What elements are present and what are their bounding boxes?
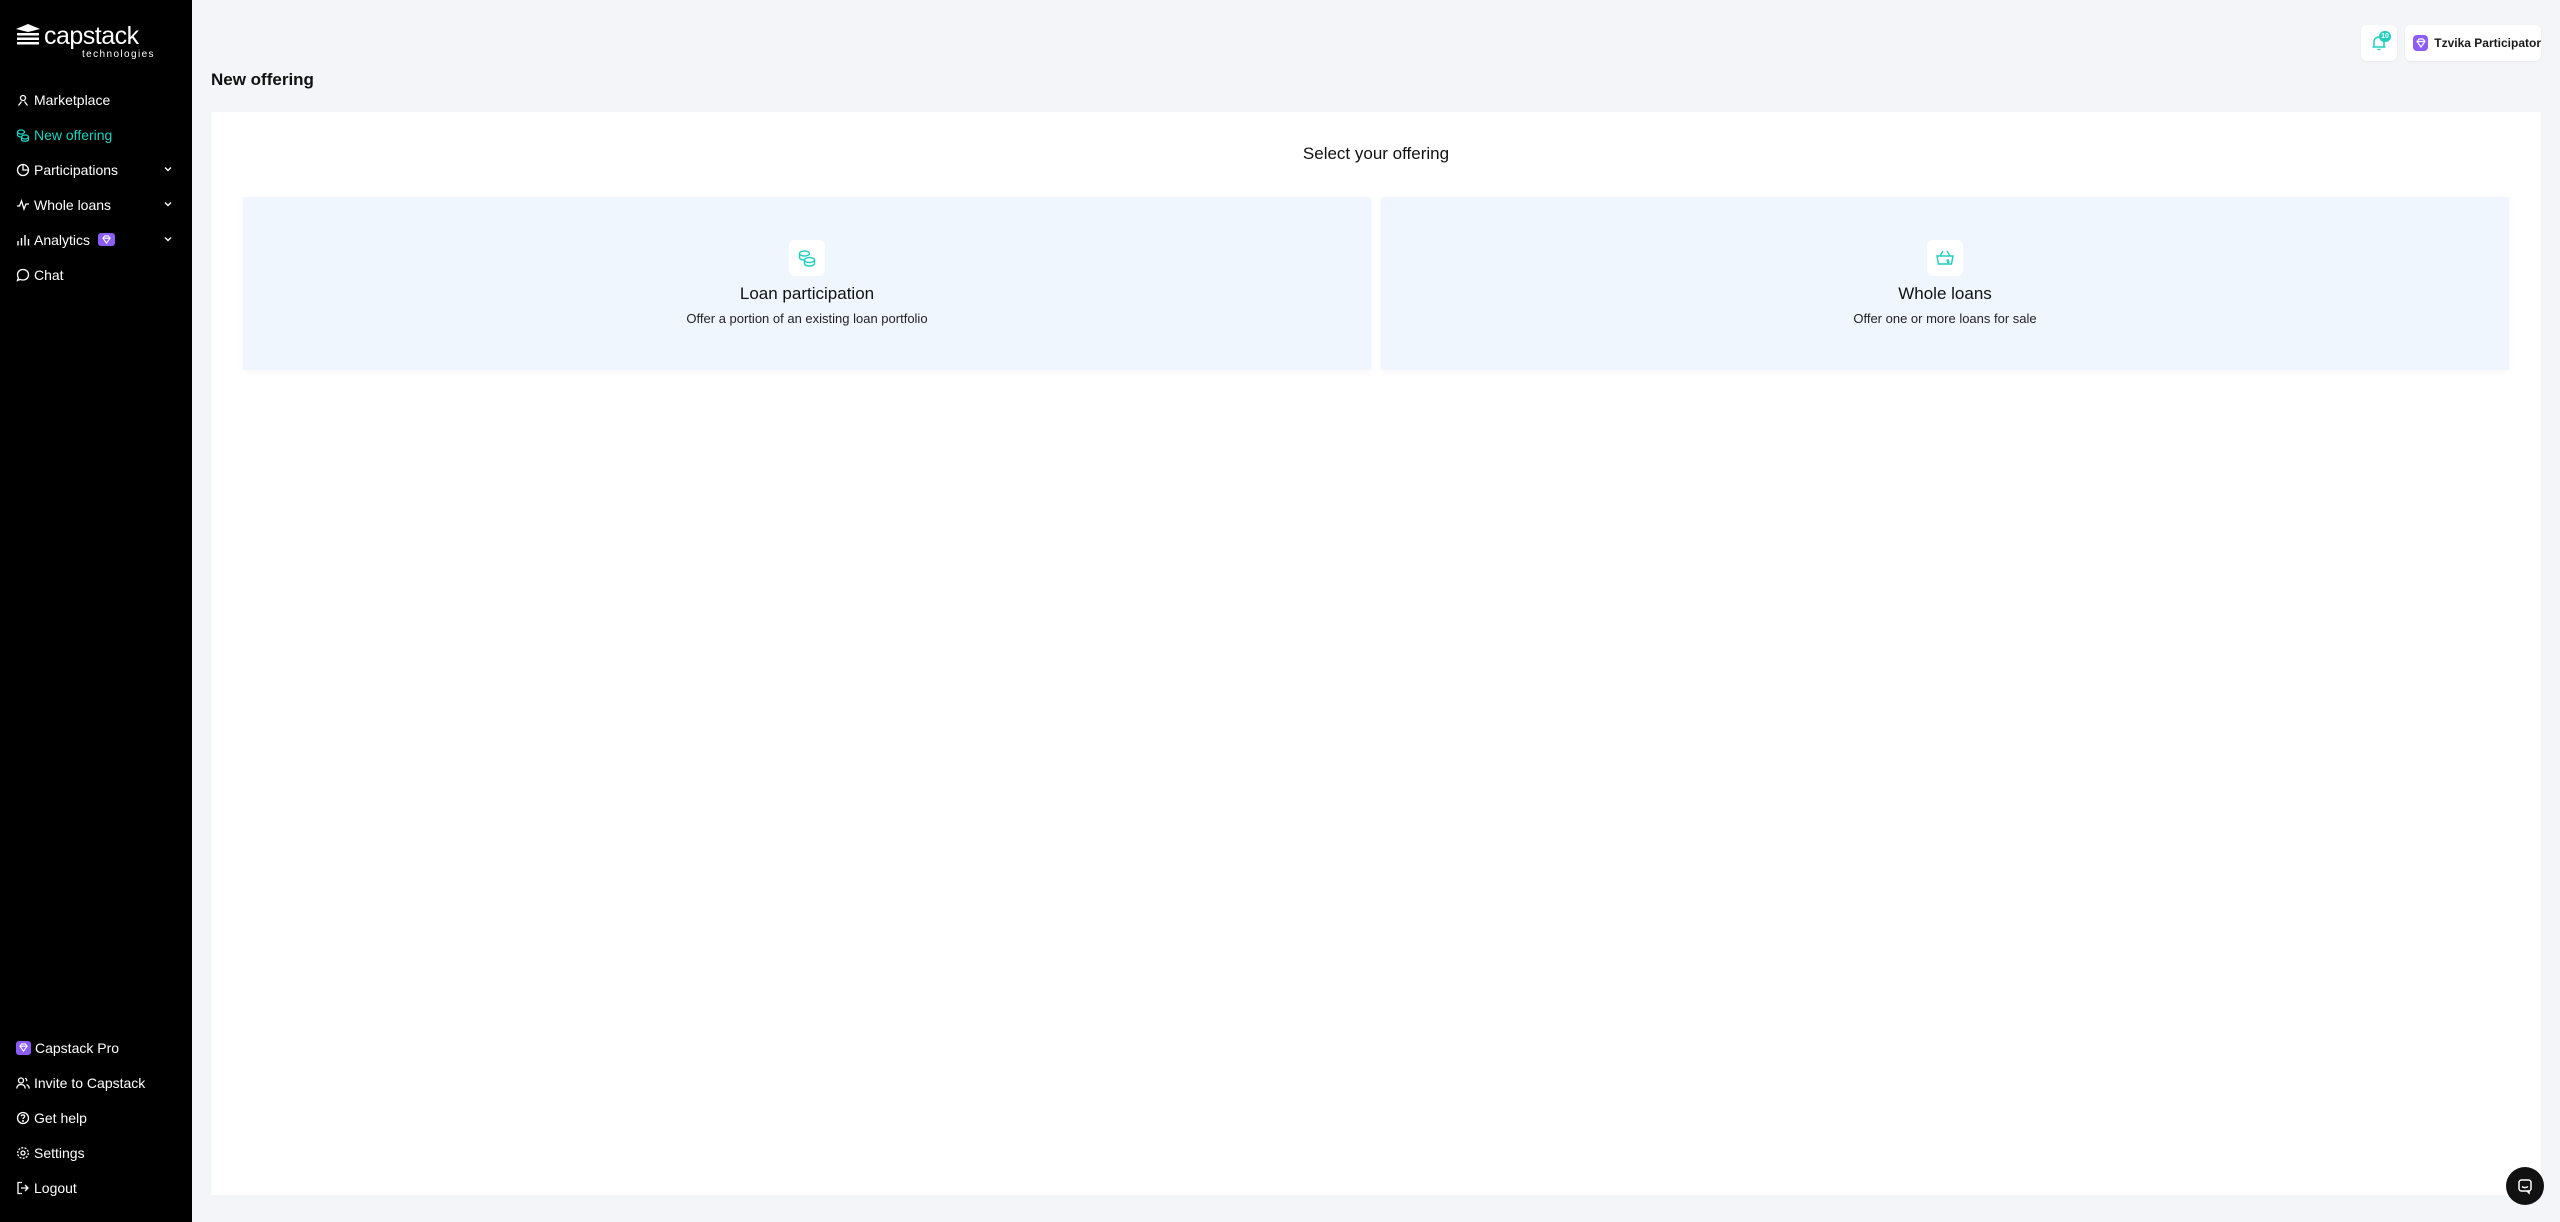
diamond-icon: [2415, 38, 2426, 48]
sidebar-item-label: Capstack Pro: [35, 1039, 120, 1056]
sidebar-item-label: Settings: [34, 1144, 85, 1161]
notification-count-badge: 10: [2379, 31, 2391, 42]
sidebar-item-label: Analytics: [34, 231, 91, 248]
sidebar-item-label: New offering: [34, 126, 113, 143]
notifications-button[interactable]: 10: [2361, 25, 2397, 61]
whole-loans-option[interactable]: Whole loans Offer one or more loans for …: [1381, 197, 2509, 370]
support-chat-button[interactable]: [2506, 1167, 2544, 1205]
logo-tagline: technologies: [82, 49, 155, 60]
sidebar-item-label: Invite to Capstack: [34, 1074, 146, 1091]
chevron-down-icon[interactable]: [162, 233, 174, 245]
section-title: Select your offering: [1302, 144, 1450, 163]
sidebar-bottom-nav: Capstack Pro Invite to Capstack Get help…: [0, 1030, 192, 1205]
main-card: Select your offering Loan participation …: [211, 112, 2541, 1195]
option-description: Offer a portion of an existing loan port…: [686, 311, 928, 326]
sidebar-nav: Marketplace New offering Participations …: [0, 82, 192, 292]
avatar: [2413, 35, 2429, 51]
sidebar-item-settings[interactable]: Settings: [0, 1135, 192, 1170]
activity-icon: [16, 198, 30, 212]
sidebar-item-label: Participations: [34, 161, 119, 178]
coins-icon: [789, 240, 825, 276]
sidebar-item-marketplace[interactable]: Marketplace: [0, 82, 192, 117]
sidebar: capstack technologies Marketplace New of…: [0, 0, 192, 1222]
sidebar-item-label: Whole loans: [34, 196, 112, 213]
sidebar-item-logout[interactable]: Logout: [0, 1170, 192, 1205]
page-title: New offering: [211, 70, 314, 89]
diamond-icon: [16, 1040, 31, 1055]
pro-badge: [98, 233, 116, 246]
capstack-logo[interactable]: capstack technologies: [16, 24, 155, 60]
sidebar-item-label: Chat: [34, 266, 64, 283]
basket-dollar-icon: [1927, 240, 1963, 276]
sidebar-item-participations[interactable]: Participations: [0, 152, 192, 187]
logo-wordmark: capstack: [44, 22, 139, 50]
sidebar-item-label: Get help: [34, 1109, 87, 1126]
sidebar-item-get-help[interactable]: Get help: [0, 1100, 192, 1135]
gear-icon: [16, 1146, 30, 1160]
chevron-down-icon[interactable]: [162, 198, 174, 210]
sidebar-item-whole-loans[interactable]: Whole loans: [0, 187, 192, 222]
sidebar-item-label: Marketplace: [34, 91, 111, 108]
sidebar-item-new-offering[interactable]: New offering: [0, 117, 192, 152]
bar-chart-icon: [16, 233, 30, 247]
option-title: Whole loans: [1898, 284, 1992, 303]
chevron-down-icon[interactable]: [162, 163, 174, 175]
chat-icon: [16, 268, 30, 282]
sidebar-item-chat[interactable]: Chat: [0, 257, 192, 292]
diamond-icon: [102, 235, 111, 244]
users-icon: [16, 1076, 30, 1090]
sidebar-item-label: Logout: [34, 1179, 77, 1196]
logo-mark-icon: [16, 24, 40, 45]
option-description: Offer one or more loans for sale: [1853, 311, 2037, 326]
sidebar-item-invite[interactable]: Invite to Capstack: [0, 1065, 192, 1100]
help-circle-icon: [16, 1111, 30, 1125]
loan-participation-option[interactable]: Loan participation Offer a portion of an…: [243, 197, 1371, 370]
logout-icon: [16, 1181, 30, 1195]
option-title: Loan participation: [739, 284, 875, 303]
sidebar-item-analytics[interactable]: Analytics: [0, 222, 192, 257]
coins-icon: [16, 128, 30, 142]
marketplace-icon: [16, 93, 30, 107]
user-name: Tzvika Participator: [2434, 36, 2541, 50]
chat-icon: [2518, 1179, 2532, 1195]
participations-icon: [16, 163, 30, 177]
user-menu-button[interactable]: Tzvika Participator: [2405, 25, 2541, 61]
sidebar-item-capstack-pro[interactable]: Capstack Pro: [0, 1030, 192, 1065]
